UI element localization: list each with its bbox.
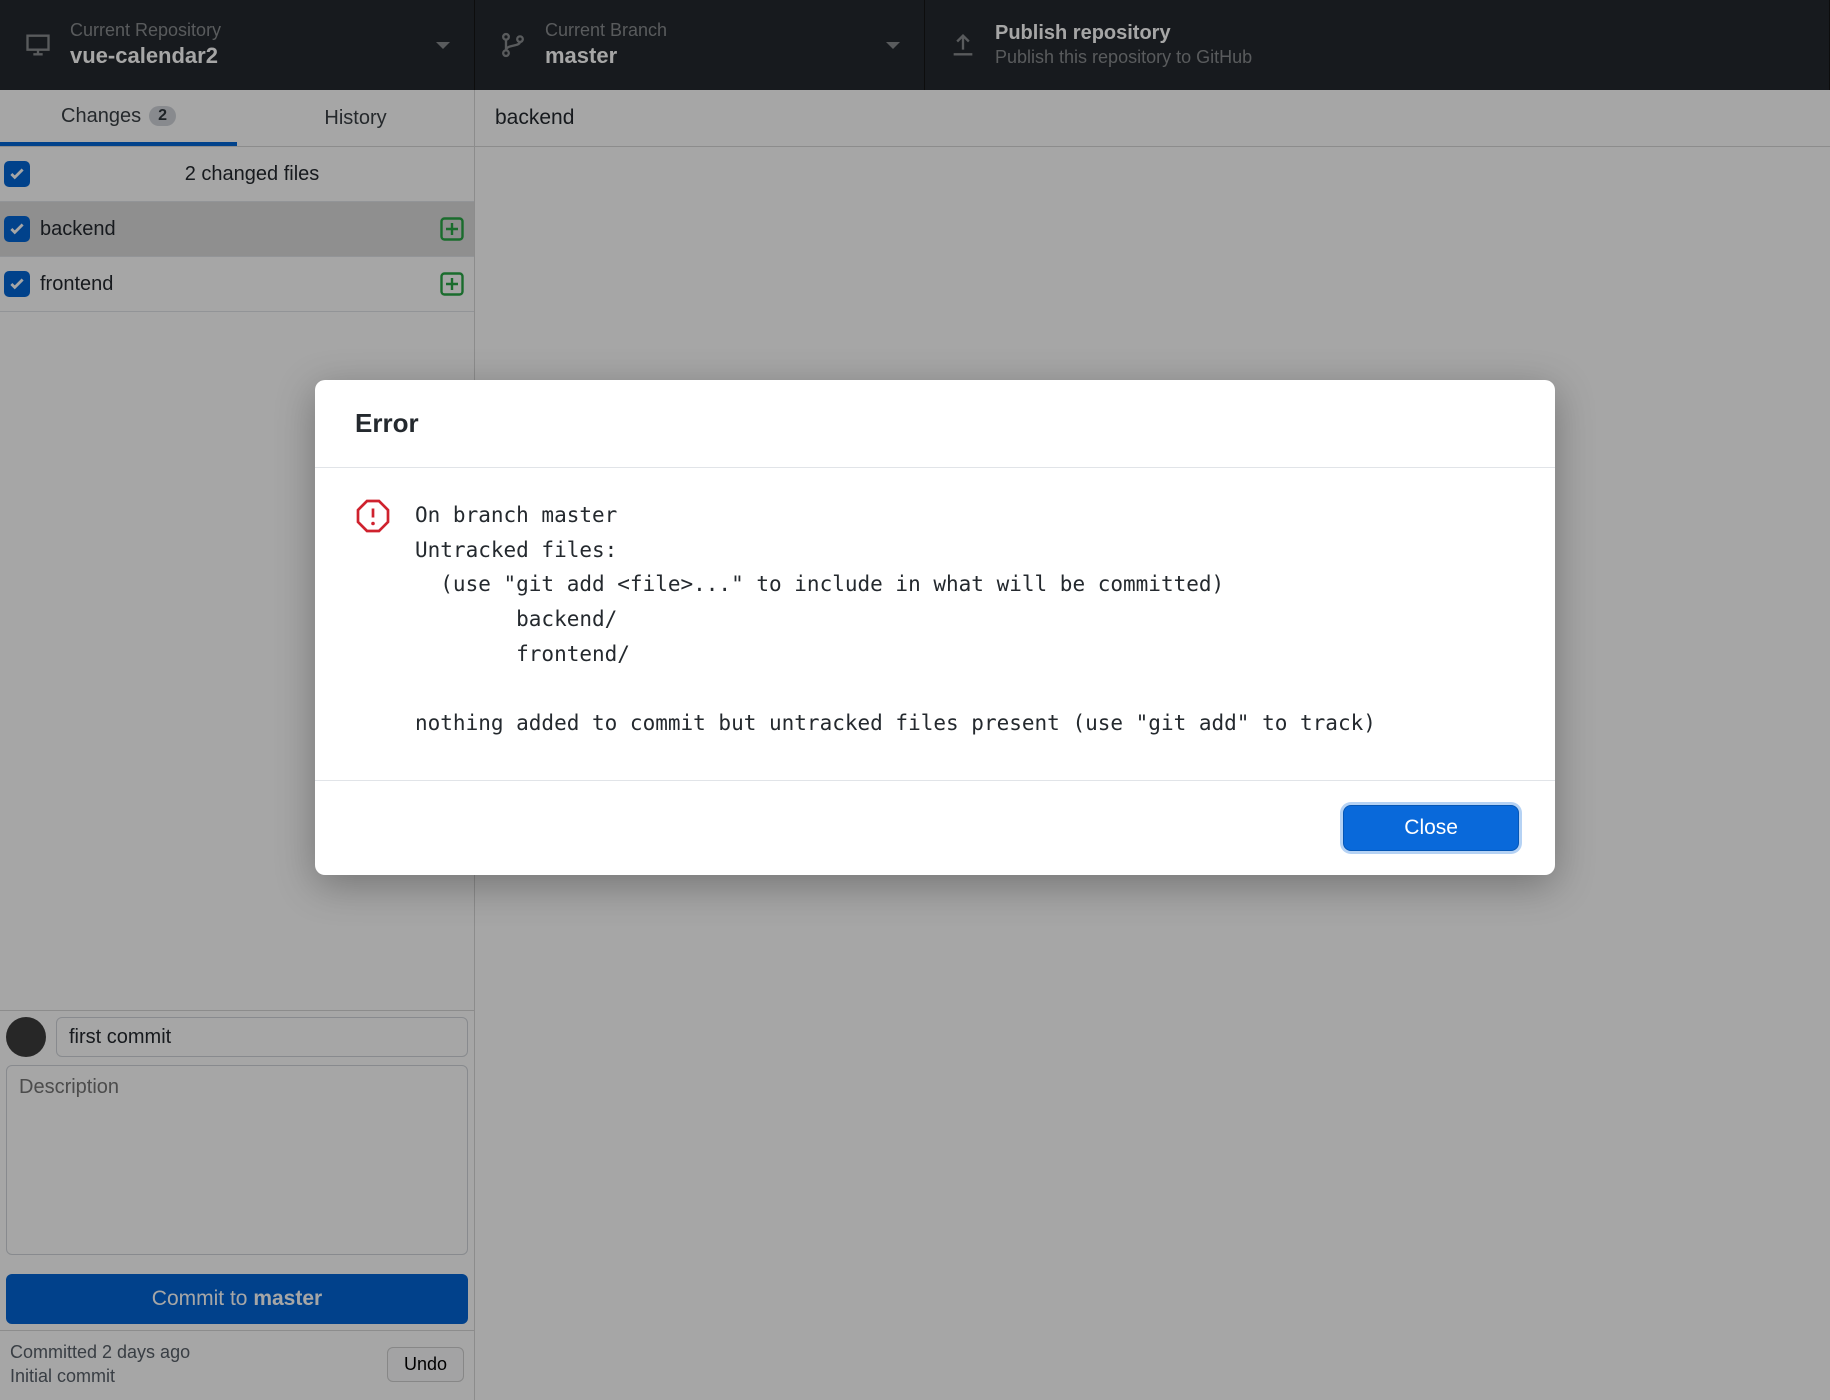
alert-icon	[355, 498, 391, 534]
modal-overlay: Error On branch master Untracked files: …	[0, 0, 1830, 1400]
modal-title: Error	[315, 380, 1555, 468]
close-button[interactable]: Close	[1343, 805, 1519, 851]
error-modal: Error On branch master Untracked files: …	[315, 380, 1555, 875]
modal-body-text: On branch master Untracked files: (use "…	[415, 498, 1376, 740]
